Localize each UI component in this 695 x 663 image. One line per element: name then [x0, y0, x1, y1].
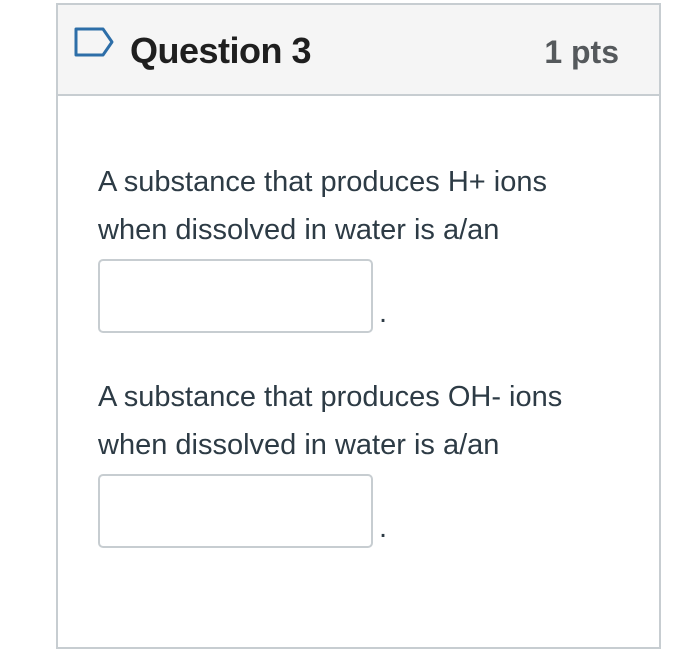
answer-row: . [98, 474, 628, 548]
question-body: A substance that produces H+ ions when d… [98, 158, 628, 548]
question-title: Question 3 [130, 30, 312, 71]
question-header: Question 3 1 pts [58, 5, 659, 96]
sentence-period: . [379, 512, 388, 544]
answer-row: . [98, 259, 628, 333]
bookmark-flag-icon[interactable] [73, 26, 115, 58]
prompt-line: A substance that produces H+ ions [98, 166, 547, 198]
prompt-line: when dissolved in water is a/an [98, 429, 500, 461]
prompt-block: A substance that produces H+ ions when d… [98, 158, 628, 333]
question-points: 1 pts [544, 34, 619, 70]
sentence-period: . [379, 297, 388, 329]
prompt-block: A substance that produces OH- ions when … [98, 373, 628, 548]
question-card: Question 3 1 pts A substance that produc… [56, 3, 661, 649]
prompt-line: when dissolved in water is a/an [98, 214, 500, 246]
prompt-line: A substance that produces OH- ions [98, 381, 563, 413]
answer-input-1[interactable] [98, 259, 373, 333]
answer-input-2[interactable] [98, 474, 373, 548]
